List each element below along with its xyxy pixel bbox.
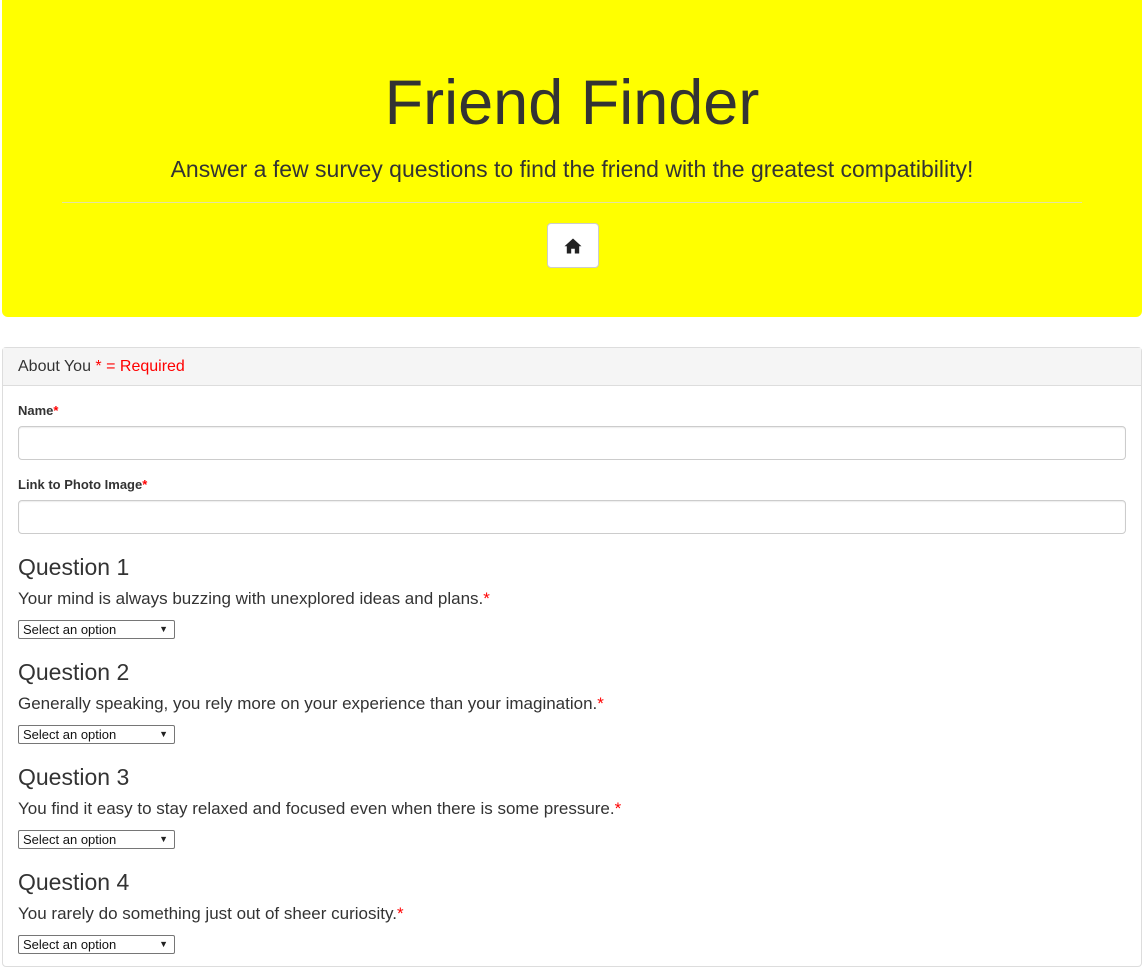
question-4-title: Question 4: [18, 869, 130, 895]
question-4-prompt: You rarely do something just out of shee…: [18, 904, 397, 923]
required-asterisk: *: [53, 403, 59, 418]
header-divider: [62, 202, 1082, 203]
photo-label: Link to Photo Image*: [18, 477, 147, 493]
question-2-selected: Select an option: [23, 727, 117, 742]
name-input[interactable]: [18, 426, 1126, 460]
required-asterisk: *: [614, 799, 622, 818]
survey-panel: About You * = Required Name* Link to Pho…: [2, 347, 1142, 967]
dropdown-arrow-icon: ▼: [159, 834, 168, 844]
question-3-select[interactable]: Select an option ▼: [18, 830, 175, 849]
question-1-selected: Select an option: [23, 622, 117, 637]
question-3-selected: Select an option: [23, 832, 117, 847]
dropdown-arrow-icon: ▼: [159, 939, 168, 949]
required-asterisk: *: [142, 477, 148, 492]
question-1-title: Question 1: [18, 554, 130, 580]
dropdown-arrow-icon: ▼: [159, 729, 168, 739]
page-subtitle: Answer a few survey questions to find th…: [170, 156, 974, 182]
question-1-prompt: Your mind is always buzzing with unexplo…: [18, 589, 484, 608]
question-3-title: Question 3: [18, 764, 130, 790]
required-asterisk: *: [396, 904, 404, 923]
home-icon: [564, 238, 582, 253]
name-label-text: Name: [18, 403, 54, 418]
question-2-title: Question 2: [18, 659, 130, 685]
dropdown-arrow-icon: ▼: [159, 624, 168, 634]
required-note: * = Required: [95, 358, 185, 375]
question-3-prompt: You find it easy to stay relaxed and foc…: [18, 799, 615, 818]
required-asterisk: *: [483, 589, 490, 608]
page-title: Friend Finder: [384, 68, 760, 138]
photo-link-input[interactable]: [18, 500, 1126, 534]
question-1-select[interactable]: Select an option ▼: [18, 620, 175, 639]
question-2-prompt: Generally speaking, you rely more on you…: [18, 694, 598, 713]
question-1-text: Your mind is always buzzing with unexplo…: [18, 589, 490, 609]
question-3-text: You find it easy to stay relaxed and foc…: [18, 799, 621, 819]
home-button[interactable]: [547, 223, 599, 268]
question-2-text: Generally speaking, you rely more on you…: [18, 694, 604, 714]
panel-heading: About You * = Required: [3, 348, 1141, 386]
name-label: Name*: [18, 403, 58, 419]
question-4-text: You rarely do something just out of shee…: [18, 904, 404, 924]
header-jumbotron: Friend Finder Answer a few survey questi…: [2, 0, 1142, 317]
question-4-selected: Select an option: [23, 937, 117, 952]
question-4-select[interactable]: Select an option ▼: [18, 935, 175, 954]
required-asterisk: *: [597, 694, 604, 713]
question-2-select[interactable]: Select an option ▼: [18, 725, 175, 744]
panel-title: About You: [18, 358, 91, 375]
photo-label-text: Link to Photo Image: [18, 477, 143, 492]
